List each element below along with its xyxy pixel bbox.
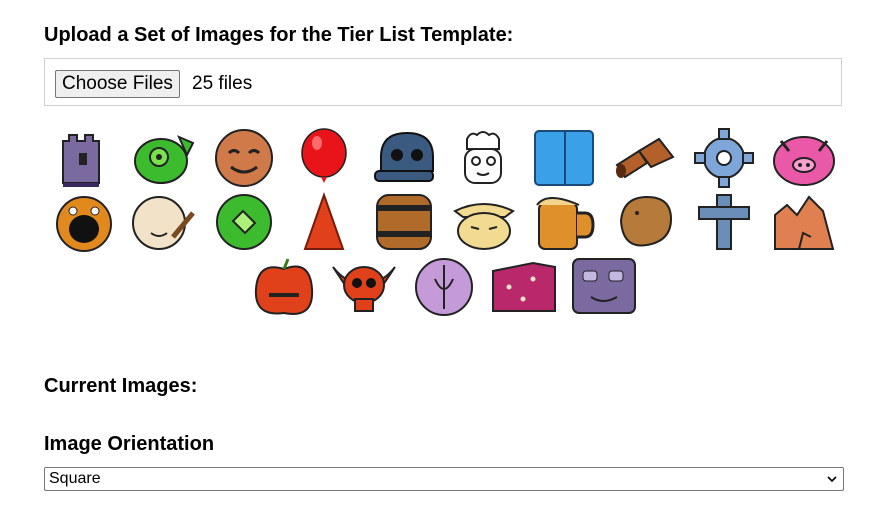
thumb-green-bean-face[interactable] [124,126,204,190]
choose-files-button[interactable]: Choose Files [55,70,180,98]
thumb-purple-shield[interactable] [404,254,484,318]
thumb-magenta-cheese-block[interactable] [484,254,564,318]
thumb-chef-head[interactable] [444,126,524,190]
thumbnail-row-2 [44,190,844,254]
thumb-red-horned-skull[interactable] [324,254,404,318]
thumb-cookie-face[interactable] [204,126,284,190]
thumb-blue-gear[interactable] [684,126,764,190]
thumb-red-balloon[interactable] [284,126,364,190]
thumbnail-row-1 [44,126,844,190]
thumb-wooden-barrel[interactable] [364,190,444,254]
image-thumbnails [44,126,844,318]
thumb-blue-skull[interactable] [364,126,444,190]
thumb-blue-cross[interactable] [684,190,764,254]
thumb-orange-rocks[interactable] [764,190,844,254]
upload-heading: Upload a Set of Images for the Tier List… [44,24,514,46]
file-input[interactable]: Choose Files 25 files [44,58,842,106]
thumb-blue-block[interactable] [524,126,604,190]
thumb-purple-square-face[interactable] [564,254,644,318]
image-orientation-heading: Image Orientation [44,433,215,455]
orientation-selected-value: Square [49,470,101,487]
thumb-castle-tower[interactable] [44,126,124,190]
thumb-pink-pig[interactable] [764,126,844,190]
orientation-select[interactable]: Square [44,467,844,491]
thumb-green-gem-circle[interactable] [204,190,284,254]
thumb-brown-pipe[interactable] [604,126,684,190]
thumb-brown-potato[interactable] [604,190,684,254]
thumb-orange-screaming-face[interactable] [44,190,124,254]
thumb-beer-mug[interactable] [524,190,604,254]
thumbnail-row-3 [44,254,844,318]
thumb-cowboy-hat-face[interactable] [444,190,524,254]
thumb-red-apple-face[interactable] [244,254,324,318]
thumb-cream-pot[interactable] [124,190,204,254]
thumb-red-cone[interactable] [284,190,364,254]
chevron-down-icon [827,476,837,483]
file-count-text: 25 files [192,73,253,94]
current-images-heading: Current Images: [44,375,198,397]
